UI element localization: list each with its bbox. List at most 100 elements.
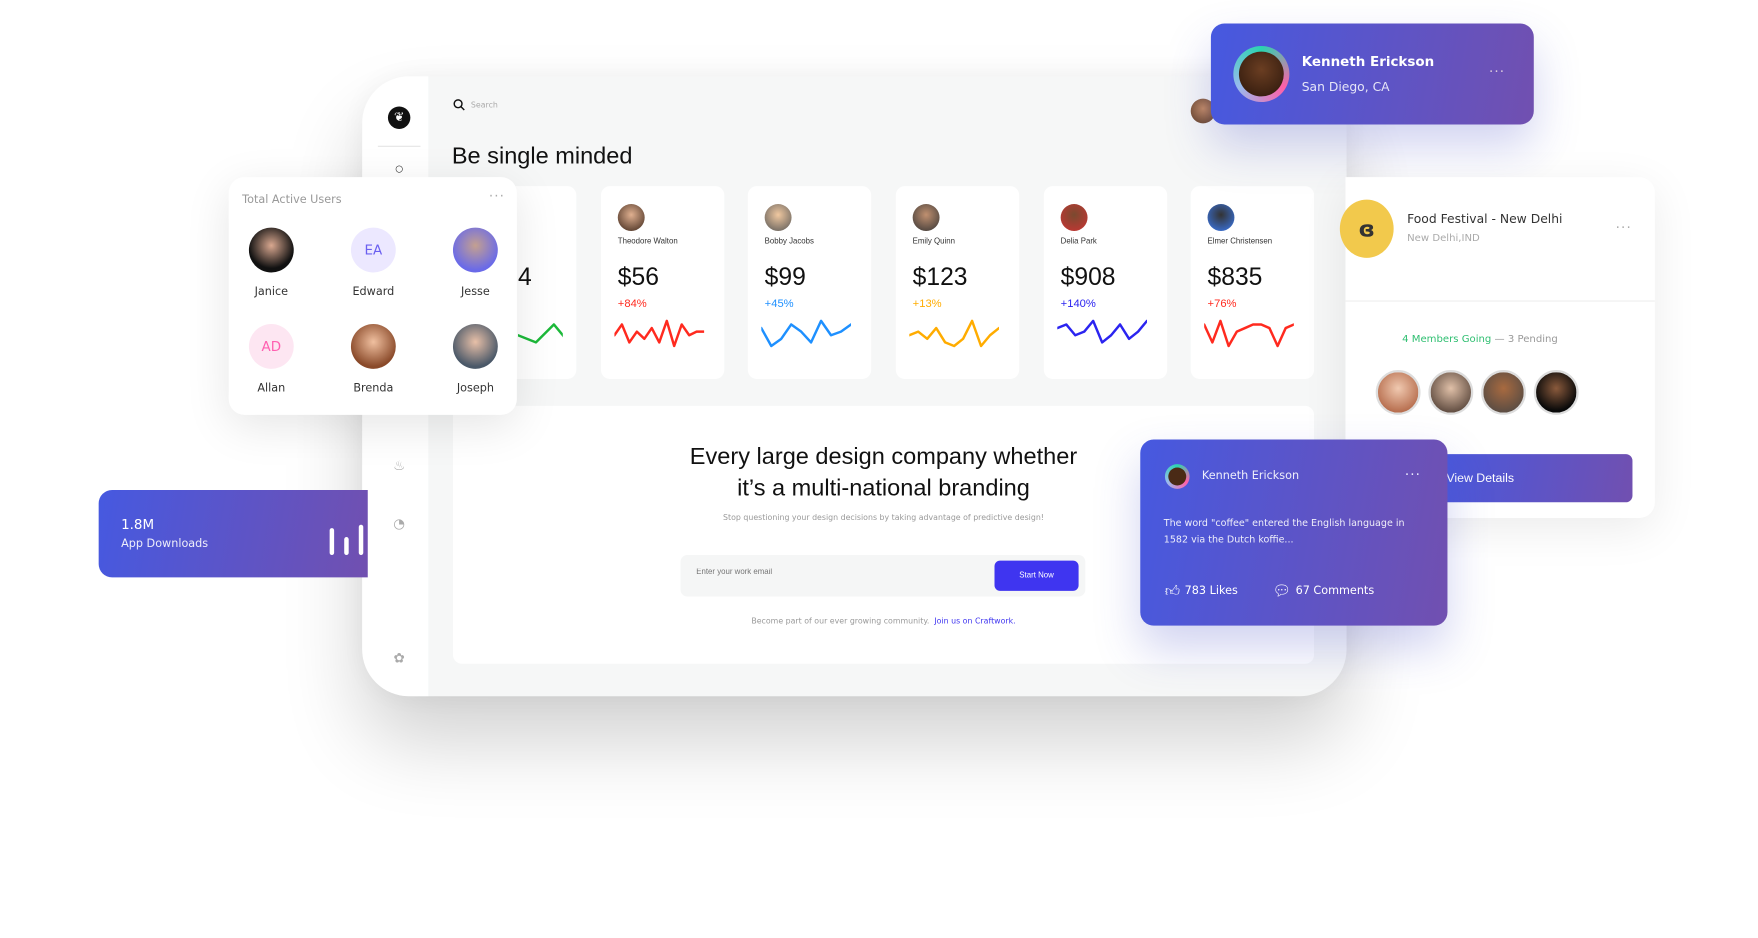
comment-button[interactable]: 💬︎ 67 Comments <box>1273 583 1375 600</box>
downloads-bars <box>329 519 375 555</box>
active-user[interactable]: Jesse <box>431 227 521 299</box>
search-bar[interactable]: Search <box>453 99 498 111</box>
profile-location: San Diego, CA <box>1301 79 1390 95</box>
member-avatar[interactable] <box>1481 369 1526 415</box>
download-bar <box>344 537 349 555</box>
profile-card: Kenneth Erickson San Diego, CA ··· <box>1210 23 1534 125</box>
stat-avatar[interactable] <box>764 204 792 231</box>
sparkline <box>909 319 999 348</box>
stat-avatar[interactable] <box>1207 204 1235 231</box>
post-text: The word "coffee" entered the English la… <box>1163 517 1405 547</box>
divider <box>1345 300 1655 302</box>
download-bar <box>329 528 335 555</box>
stat-card[interactable]: Delia Park $908 +140% <box>1043 186 1168 379</box>
stat-card[interactable]: Emily Quinn $123 +13% <box>895 186 1020 379</box>
stat-change: +76% <box>1207 298 1237 311</box>
sparkline-path <box>614 319 705 348</box>
view-details-button[interactable]: View Details <box>1423 454 1633 503</box>
profile-avatar[interactable] <box>1233 45 1290 103</box>
sparkline <box>1057 319 1147 344</box>
email-form: Start Now <box>680 554 1086 597</box>
sparkline <box>614 319 705 348</box>
like-button[interactable]: 👍︎ 783 Likes <box>1165 583 1238 600</box>
members-going: 4 Members Going <box>1402 334 1492 346</box>
stat-name: Elmer Christensen <box>1207 237 1273 246</box>
search-placeholder: Search <box>470 100 498 110</box>
fire-icon[interactable]: ♨ <box>388 457 410 473</box>
user-name: Joseph <box>456 382 494 395</box>
stat-card[interactable]: Bobby Jacobs $99 +45% <box>747 186 872 379</box>
user-avatar <box>248 227 294 273</box>
more-icon[interactable]: ··· <box>1489 64 1505 80</box>
user-name: Edward <box>352 285 395 299</box>
stat-card[interactable]: Theodore Walton $56 +84% <box>600 186 725 379</box>
stat-card[interactable]: Elmer Christensen $835 +76% <box>1190 186 1315 379</box>
user-name: Janice <box>254 285 289 299</box>
member-avatar[interactable] <box>1375 369 1421 415</box>
user-name: Jesse <box>460 285 490 299</box>
post-card: Kenneth Erickson ··· The word "coffee" e… <box>1140 439 1448 626</box>
stat-value: $99 <box>764 262 806 291</box>
stat-value: $908 <box>1060 262 1116 291</box>
more-icon[interactable]: ··· <box>1405 466 1421 482</box>
post-author-avatar[interactable] <box>1164 464 1190 489</box>
active-user[interactable]: Janice <box>226 227 316 299</box>
active-user[interactable]: Joseph <box>431 324 521 395</box>
sparkline-path <box>909 319 999 348</box>
sparkline <box>517 323 563 344</box>
members-pending: — 3 Pending <box>1494 334 1558 346</box>
pie-chart-icon[interactable]: ◔ <box>388 516 410 532</box>
active-users-title: Total Active Users <box>242 193 342 207</box>
sparkline <box>761 319 851 348</box>
sparkline-path <box>761 319 851 348</box>
active-user[interactable]: EA Edward <box>329 227 419 299</box>
member-avatar[interactable] <box>1533 369 1579 415</box>
comment-icon: 💬︎ <box>1272 583 1292 600</box>
more-icon[interactable]: ··· <box>1616 220 1632 236</box>
stat-value: $835 <box>1207 262 1263 291</box>
stat-avatar[interactable] <box>617 204 645 231</box>
event-logo-icon: ɞ <box>1339 199 1394 258</box>
user-avatar: EA <box>350 227 396 273</box>
stat-avatar[interactable] <box>912 204 940 231</box>
event-title: Food Festival - New Delhi <box>1407 211 1563 227</box>
join-link[interactable]: Join us on Craftwork. <box>934 617 1015 626</box>
page-title: Be single minded <box>451 143 633 170</box>
stat-change: +84% <box>617 298 647 311</box>
start-now-button[interactable]: Start Now <box>994 560 1079 591</box>
download-bar <box>358 524 364 555</box>
sidebar-divider <box>377 145 421 147</box>
stat-avatar[interactable] <box>1060 204 1088 231</box>
user-avatar <box>452 324 498 369</box>
email-input[interactable] <box>696 568 977 577</box>
sparkline-path <box>517 323 563 344</box>
comments-count: 67 Comments <box>1295 585 1375 598</box>
dot-icon[interactable]: ○ <box>388 164 410 174</box>
active-users-card: Total Active Users ··· Janice EA Edward Jes… <box>226 177 517 415</box>
user-name: Brenda <box>353 382 394 395</box>
user-avatar: AD <box>248 324 294 369</box>
stat-value: $56 <box>617 262 659 291</box>
thumbs-up-icon: 👍︎ <box>1164 583 1181 600</box>
stat-change: +45% <box>764 298 794 311</box>
user-name: Allan <box>257 382 286 395</box>
downloads-label: App Downloads <box>121 538 209 551</box>
more-icon[interactable]: ··· <box>489 188 505 204</box>
search-icon <box>453 99 465 111</box>
event-location: New Delhi,IND <box>1407 233 1480 245</box>
stat-name: Bobby Jacobs <box>764 237 814 246</box>
active-user[interactable]: Brenda <box>329 324 419 395</box>
stat-name: Theodore Walton <box>617 237 678 246</box>
settings-icon[interactable]: ✿ <box>388 650 410 666</box>
stat-change: +13% <box>912 298 942 311</box>
likes-count: 783 Likes <box>1184 585 1238 598</box>
post-author: Kenneth Erickson <box>1201 469 1300 483</box>
active-user[interactable]: AD Allan <box>226 324 316 395</box>
logo-icon[interactable]: ❦ <box>387 106 411 129</box>
profile-name: Kenneth Erickson <box>1301 53 1435 70</box>
footer-text: Become part of our ever growing communit… <box>751 616 930 626</box>
member-avatar[interactable] <box>1428 369 1474 415</box>
stat-change: +140% <box>1060 298 1096 311</box>
stat-name: Emily Quinn <box>912 237 955 246</box>
sparkline-path <box>1057 319 1147 344</box>
